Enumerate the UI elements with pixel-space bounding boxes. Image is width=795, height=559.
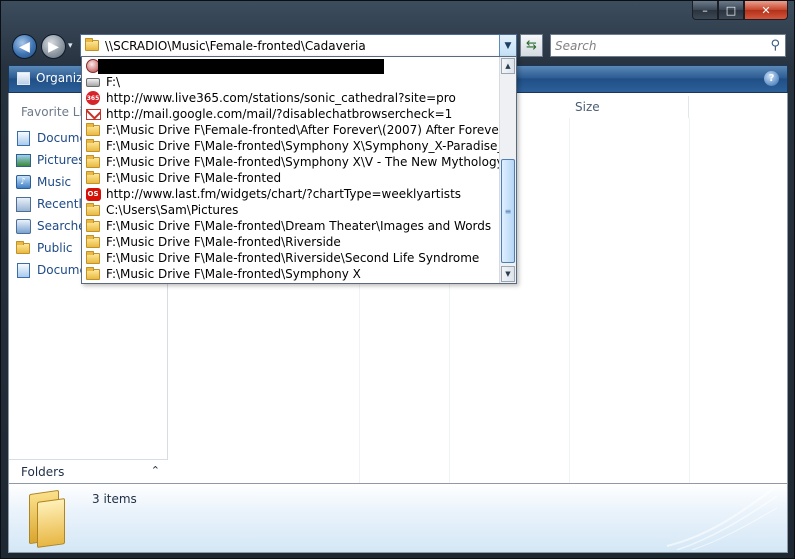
organize-button[interactable]: Organize [17,71,90,85]
list-item[interactable]: F:\Music Drive F\Female-fronted\After Fo… [82,122,499,138]
recent-pages-dropdown[interactable]: ▾ [68,41,73,51]
list-item[interactable]: F:\Music Drive F\Male-fronted\Symphony X [82,266,499,282]
list-item-label: F:\Music Drive F\Female-fronted\After Fo… [106,123,499,137]
column-divider [569,118,570,483]
forward-button[interactable]: ▶ [41,34,66,59]
address-bar[interactable]: \\SCRADIO\Music\Female-fronted\Cadaveria… [80,34,517,57]
searches-icon [15,218,31,234]
item-count: 3 items [92,492,137,506]
sidebar-item-label: Music [37,175,72,189]
details-pane: 3 items [8,483,788,553]
scroll-down-button[interactable]: ▼ [501,266,515,282]
chevron-up-icon: ⌃ [150,464,160,477]
search-icon[interactable]: ⚲ [770,38,780,53]
lastfm-icon: OS [85,186,101,202]
list-item-label: C:\Users\Sam\Pictures [106,203,239,217]
address-history-dropdown: F:\ 365 http://www.live365.com/stations/… [81,56,517,284]
folder-icon [85,266,101,282]
folder-icon [85,154,101,170]
folder-icon [85,250,101,266]
redacted-bar [98,59,384,74]
search-box[interactable]: Search ⚲ [550,34,786,57]
maximize-button[interactable]: □ [718,1,744,20]
list-item[interactable]: F:\Music Drive F\Male-fronted\Symphony X… [82,154,499,170]
folder-icon [85,122,101,138]
refresh-button[interactable]: ⇆ [520,34,543,57]
sidebar-item-label: Public [37,241,73,255]
list-item-label: F:\Music Drive F\Male-fronted [106,171,282,185]
folders-toggle[interactable]: Folders ⌃ [9,459,168,483]
scroll-up-button[interactable]: ▲ [501,58,515,74]
folders-label: Folders [21,464,65,479]
explorer-window: – □ ✕ ◀ ▶ ▾ \\SCRADIO\Music\Female-front… [0,0,795,559]
column-header-size[interactable]: Size [569,96,689,118]
forward-arrow-icon: ▶ [48,38,59,55]
list-item[interactable]: http://mail.google.com/mail/?disablechat… [82,106,499,122]
list-item[interactable]: F:\Music Drive F\Male-fronted\Symphony X… [82,138,499,154]
list-item-label: F:\Music Drive F\Male-fronted\Dream Thea… [106,219,492,233]
list-item[interactable]: 365 http://www.live365.com/stations/soni… [82,90,499,106]
help-icon[interactable]: ? [764,71,779,86]
pictures-icon [15,152,31,168]
folder-icon [21,488,71,548]
back-arrow-icon: ◀ [19,38,30,55]
decorative-wave [667,486,777,550]
dropdown-scrollbar[interactable]: ▲ ≡ ▼ [499,57,516,283]
organize-icon [17,71,30,85]
address-input[interactable]: \\SCRADIO\Music\Female-fronted\Cadaveria [105,39,366,53]
caption-buttons: – □ ✕ [692,1,788,21]
live365-icon: 365 [85,90,101,106]
scroll-thumb[interactable]: ≡ [501,159,515,263]
list-item[interactable]: OS http://www.last.fm/widgets/chart/?cha… [82,186,499,202]
history-list: F:\ 365 http://www.live365.com/stations/… [82,57,499,283]
list-item-label: F:\Music Drive F\Male-fronted\Riverside\… [106,251,480,265]
list-item-label: F:\ [106,75,121,89]
list-item-label: F:\Music Drive F\Male-fronted\Symphony X… [106,139,499,153]
folder-icon [85,38,99,51]
list-item[interactable]: F:\Music Drive F\Male-fronted\Dream Thea… [82,218,499,234]
back-button[interactable]: ◀ [12,34,37,59]
list-item[interactable]: F:\ [82,74,499,90]
list-item[interactable] [82,58,499,74]
list-item-label: F:\Music Drive F\Male-fronted\Riverside [106,235,341,249]
search-input[interactable]: Search [555,39,597,53]
close-button[interactable]: ✕ [744,1,788,20]
minimize-button[interactable]: – [692,1,718,20]
list-item-label: F:\Music Drive F\Male-fronted\Symphony X… [106,155,499,169]
refresh-icon: ⇆ [526,38,537,53]
folder-icon [85,138,101,154]
list-item-label: F:\Music Drive F\Male-fronted\Symphony X [106,267,361,281]
documents-icon [15,130,31,146]
folder-icon [85,170,101,186]
list-item[interactable]: F:\Music Drive F\Male-fronted [82,170,499,186]
sidebar-item-label: Pictures [37,153,85,167]
folder-icon [85,218,101,234]
list-item[interactable]: F:\Music Drive F\Male-fronted\Riverside\… [82,250,499,266]
list-item[interactable]: F:\Music Drive F\Male-fronted\Riverside [82,234,499,250]
gmail-icon [85,106,101,122]
list-item[interactable]: C:\Users\Sam\Pictures [82,202,499,218]
list-item-label: http://mail.google.com/mail/?disablechat… [106,107,453,121]
list-item-label: http://www.live365.com/stations/sonic_ca… [106,91,456,105]
folder-icon [85,202,101,218]
music-icon: ♪ [15,174,31,190]
drive-icon [85,74,101,90]
documents-icon [15,262,31,278]
list-item-label: http://www.last.fm/widgets/chart/?chartT… [106,187,462,201]
folder-icon [85,234,101,250]
folder-icon [15,240,31,256]
address-dropdown-button[interactable]: ▼ [499,35,516,56]
recent-icon [15,196,31,212]
column-divider [689,118,690,483]
